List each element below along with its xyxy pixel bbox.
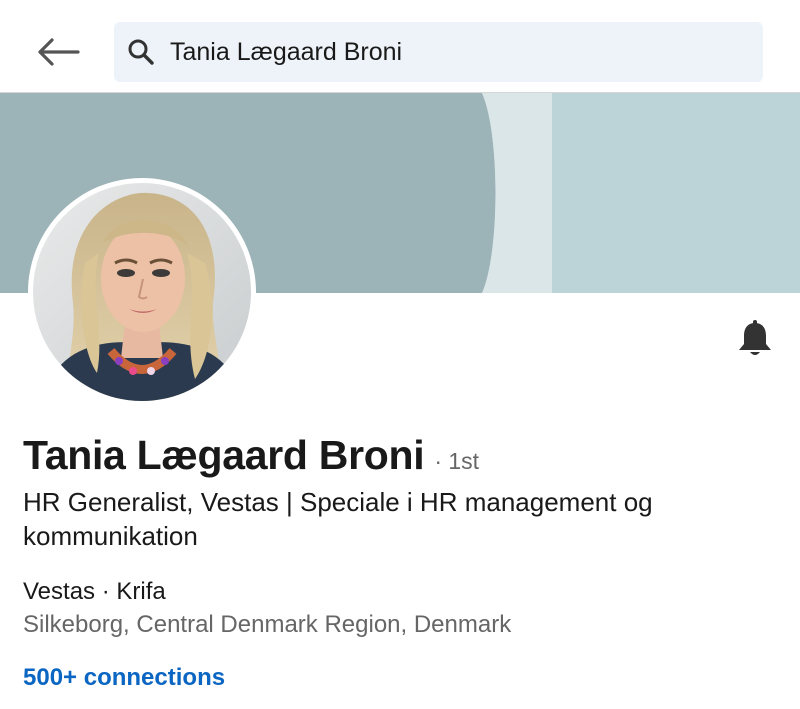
search-input[interactable] — [170, 22, 750, 82]
profile-photo — [33, 183, 251, 401]
connection-degree: · 1st — [434, 448, 480, 474]
profile-location: Silkeborg, Central Denmark Region, Denma… — [23, 611, 512, 638]
connections-link[interactable]: 500+ connections — [23, 664, 225, 692]
back-button[interactable] — [34, 30, 82, 74]
bell-icon — [739, 320, 771, 355]
back-arrow-icon — [38, 38, 80, 66]
profile-companies: Vestas · Krifa — [23, 578, 166, 605]
profile-avatar[interactable] — [28, 178, 256, 406]
notify-bell-button[interactable] — [732, 316, 778, 362]
profile-name: Tania Lægaard Broni — [23, 432, 425, 478]
search-bar[interactable] — [114, 22, 763, 82]
top-bar — [0, 0, 800, 93]
name-row: Tania Lægaard Broni · 1st — [23, 432, 479, 479]
search-icon — [128, 39, 154, 65]
profile-page: Tania Lægaard Broni · 1st HR Generalist,… — [0, 0, 800, 709]
profile-headline: HR Generalist, Vestas | Speciale i HR ma… — [23, 487, 653, 551]
